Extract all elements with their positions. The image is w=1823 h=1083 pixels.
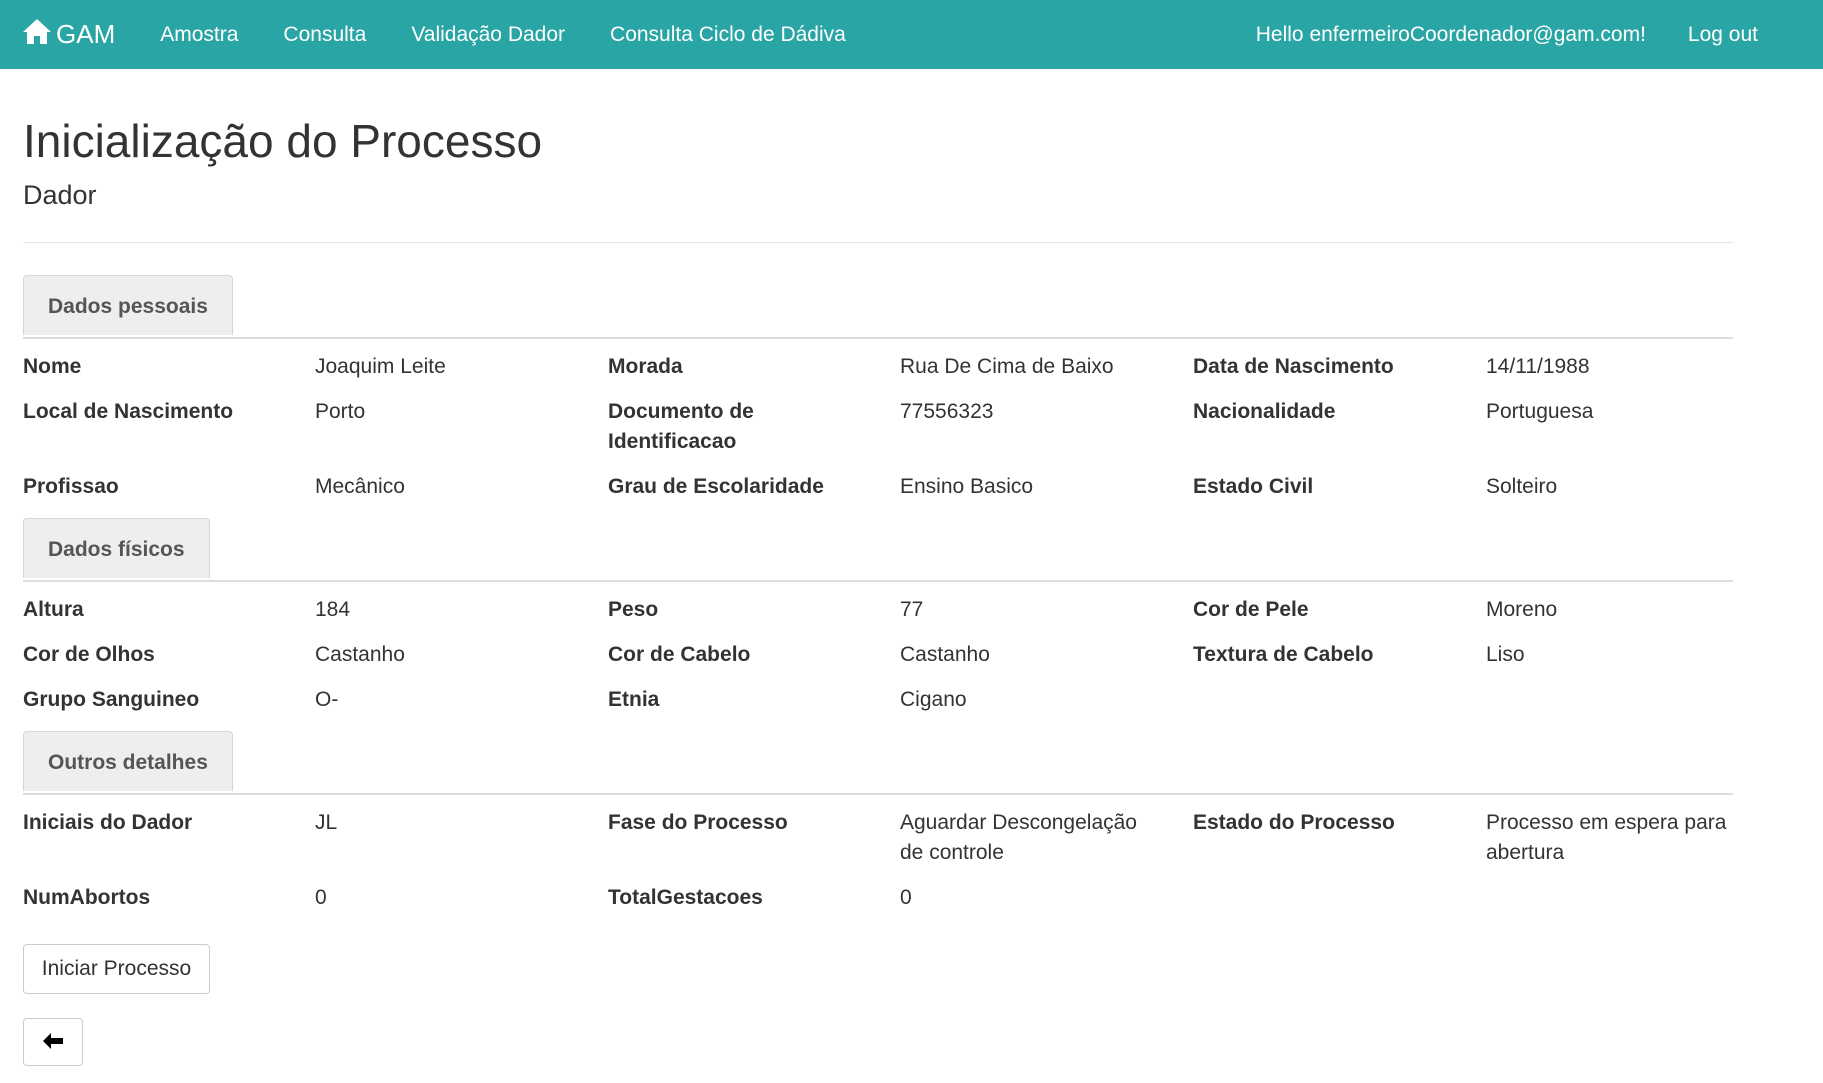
page-subtitle: Dador — [23, 180, 97, 210]
value-estado-processo-line1: Processo em espera para — [1486, 811, 1727, 834]
tabbar-outros-detalhes: Outros detalhes — [23, 731, 1733, 795]
nav-right-group: Hello enfermeiroCoordenador@gam.com! Log… — [1256, 23, 1758, 47]
label-total-gestacoes: TotalGestacoes — [608, 886, 763, 909]
value-total-gestacoes: 0 — [900, 886, 912, 909]
value-escolaridade: Ensino Basico — [900, 475, 1034, 498]
value-nacionalidade: Portuguesa — [1486, 400, 1594, 423]
label-nome: Nome — [23, 355, 82, 378]
value-estado-civil: Solteiro — [1486, 475, 1558, 498]
label-local-nascimento: Local de Nascimento — [23, 400, 234, 423]
label-estado-civil: Estado Civil — [1193, 475, 1314, 498]
label-altura: Altura — [23, 598, 84, 621]
value-nome: Joaquim Leite — [315, 355, 446, 378]
label-nacionalidade: Nacionalidade — [1193, 400, 1336, 423]
label-etnia: Etnia — [608, 688, 660, 711]
tabbar-dados-pessoais: Dados pessoais — [23, 275, 1733, 339]
label-escolaridade: Grau de Escolaridade — [608, 475, 824, 498]
label-documento-line2: Identificacao — [608, 430, 737, 453]
home-icon — [22, 17, 56, 52]
nav-link-consulta-ciclo[interactable]: Consulta Ciclo de Dádiva — [610, 23, 846, 47]
label-profissao: Profissao — [23, 475, 119, 498]
label-data-nascimento: Data de Nascimento — [1193, 355, 1394, 378]
value-num-abortos: 0 — [315, 886, 327, 909]
tab-dados-pessoais[interactable]: Dados pessoais — [23, 275, 233, 335]
nav-link-validacao-dador[interactable]: Validação Dador — [411, 23, 565, 47]
label-cor-cabelo: Cor de Cabelo — [608, 643, 751, 666]
tabbar-dados-fisicos: Dados físicos — [23, 518, 1733, 582]
label-iniciais: Iniciais do Dador — [23, 811, 193, 834]
value-cor-olhos: Castanho — [315, 643, 405, 666]
value-documento: 77556323 — [900, 400, 994, 423]
label-documento-line1: Documento de — [608, 400, 754, 423]
value-fase-processo-line2: de controle — [900, 841, 1004, 864]
value-data-nascimento: 14/11/1988 — [1486, 355, 1590, 378]
label-documento: Documento de Identificacao — [608, 397, 754, 457]
user-greeting[interactable]: Hello enfermeiroCoordenador@gam.com! — [1256, 23, 1646, 47]
label-fase-processo: Fase do Processo — [608, 811, 788, 834]
value-estado-processo-line2: abertura — [1486, 841, 1565, 864]
value-cor-cabelo: Castanho — [900, 643, 990, 666]
value-textura-cabelo: Liso — [1486, 643, 1525, 666]
value-profissao: Mecânico — [315, 475, 405, 498]
brand-link[interactable]: GAM — [22, 17, 115, 52]
label-grupo-sanguineo: Grupo Sanguineo — [23, 688, 200, 711]
label-peso: Peso — [608, 598, 659, 621]
label-num-abortos: NumAbortos — [23, 886, 151, 909]
label-morada: Morada — [608, 355, 683, 378]
tab-outros-detalhes[interactable]: Outros detalhes — [23, 731, 233, 791]
tab-dados-fisicos[interactable]: Dados físicos — [23, 518, 210, 578]
header-divider — [23, 242, 1733, 243]
value-estado-processo: Processo em espera para abertura — [1486, 808, 1726, 868]
logout-link[interactable]: Log out — [1688, 23, 1758, 47]
nav-link-amostra[interactable]: Amostra — [160, 23, 238, 47]
label-cor-pele: Cor de Pele — [1193, 598, 1309, 621]
value-etnia: Cigano — [900, 688, 967, 711]
value-altura: 184 — [315, 598, 351, 621]
back-button[interactable] — [23, 1018, 83, 1066]
label-cor-olhos: Cor de Olhos — [23, 643, 155, 666]
label-textura-cabelo: Textura de Cabelo — [1193, 643, 1374, 666]
brand-label: GAM — [56, 19, 116, 49]
arrow-left-icon — [42, 1032, 64, 1053]
iniciar-processo-button[interactable]: Iniciar Processo — [23, 944, 210, 994]
value-fase-processo-line1: Aguardar Descongelação — [900, 811, 1137, 834]
value-grupo-sanguineo: O- — [315, 688, 339, 711]
value-local-nascimento: Porto — [315, 400, 366, 423]
value-iniciais: JL — [315, 811, 338, 834]
label-estado-processo: Estado do Processo — [1193, 811, 1395, 834]
value-fase-processo: Aguardar Descongelação de controle — [900, 808, 1137, 868]
value-cor-pele: Moreno — [1486, 598, 1558, 621]
value-morada: Rua De Cima de Baixo — [900, 355, 1114, 378]
nav-link-consulta[interactable]: Consulta — [283, 23, 366, 47]
value-peso: 77 — [900, 598, 924, 621]
top-navbar: GAM Amostra Consulta Validação Dador Con… — [0, 0, 1823, 69]
page-title: Inicialização do Processo — [23, 115, 543, 167]
